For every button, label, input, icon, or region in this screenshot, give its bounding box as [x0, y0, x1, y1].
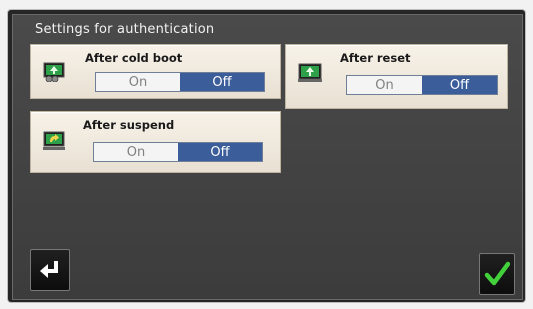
setting-label-reset: After reset [340, 51, 411, 65]
reset-off-option[interactable]: Off [422, 76, 497, 94]
screen-title: Settings for authentication [35, 22, 215, 37]
cold-boot-icon [43, 62, 67, 83]
reset-icon [298, 63, 322, 83]
device-frame: Settings for authentication After cold b… [8, 10, 525, 302]
toggle-suspend: On Off [93, 142, 263, 162]
suspend-on-option[interactable]: On [94, 143, 178, 161]
return-arrow-icon [40, 261, 58, 278]
suspend-off-option[interactable]: Off [178, 143, 262, 161]
back-button[interactable] [30, 249, 70, 291]
setting-panel-reset: After reset On Off [285, 44, 508, 109]
confirm-button[interactable] [479, 253, 515, 295]
setting-panel-cold-boot: After cold boot On Off [30, 44, 281, 99]
settings-screen: Settings for authentication After cold b… [12, 14, 523, 300]
setting-label-suspend: After suspend [83, 118, 175, 132]
checkmark-icon [484, 261, 510, 286]
cold-boot-off-option[interactable]: Off [180, 73, 264, 91]
toggle-reset: On Off [346, 75, 498, 95]
toggle-cold-boot: On Off [95, 72, 265, 92]
reset-on-option[interactable]: On [347, 76, 422, 94]
suspend-icon [43, 131, 67, 151]
setting-panel-suspend: After suspend On Off [30, 111, 281, 173]
setting-label-cold-boot: After cold boot [85, 51, 183, 65]
cold-boot-on-option[interactable]: On [96, 73, 180, 91]
